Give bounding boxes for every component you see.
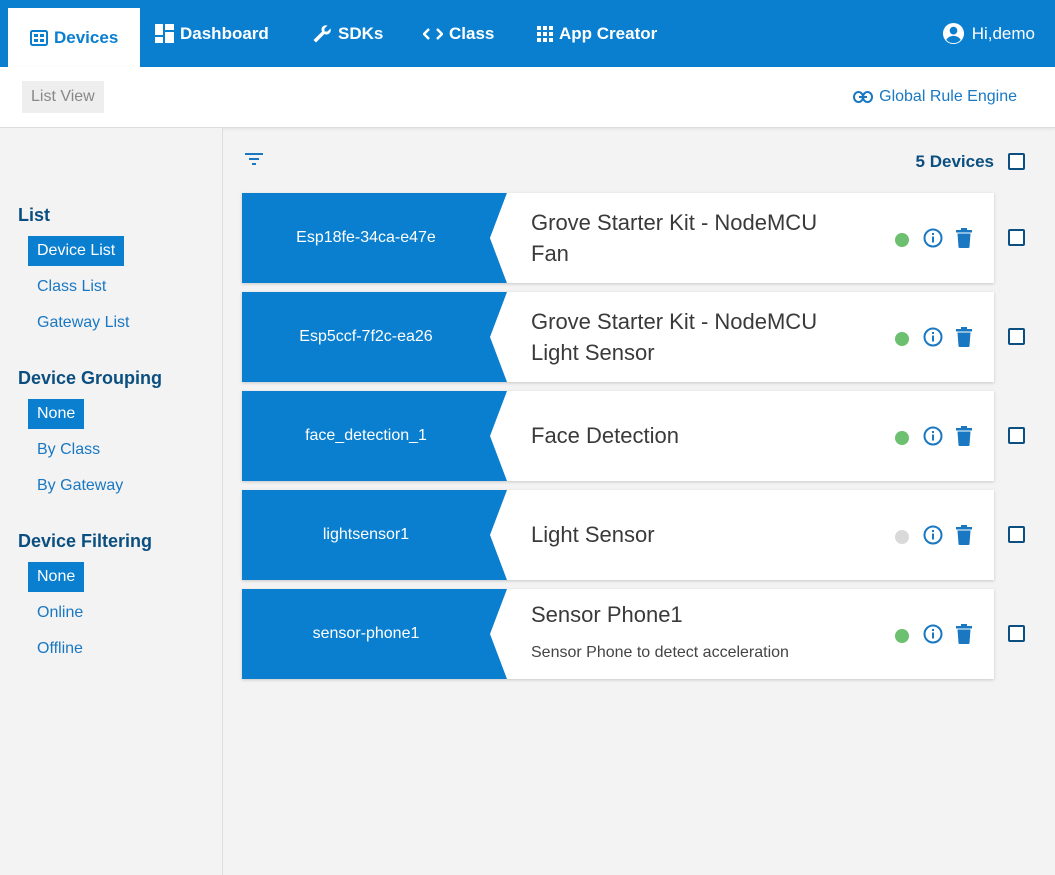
list-view-button[interactable]: List View bbox=[22, 81, 104, 113]
user-greeting: Hi,demo bbox=[971, 23, 1035, 43]
tab-devices[interactable]: Devices bbox=[8, 8, 141, 67]
device-id-banner: sensor-phone1 bbox=[242, 589, 507, 679]
device-select-checkbox[interactable] bbox=[1008, 328, 1025, 345]
device-name-line1: Light Sensor bbox=[531, 522, 655, 547]
sidebar-item-grouping-none[interactable]: None bbox=[28, 399, 85, 429]
delete-icon[interactable] bbox=[956, 426, 972, 451]
delete-icon[interactable] bbox=[956, 228, 972, 253]
device-grouping-heading: Device Grouping bbox=[18, 368, 163, 388]
device-card[interactable]: face_detection_1 Face Detection bbox=[242, 391, 994, 481]
device-id: lightsensor1 bbox=[322, 526, 410, 543]
online-status-dot bbox=[895, 629, 909, 643]
device-filtering-heading: Device Filtering bbox=[18, 531, 153, 551]
select-all-checkbox[interactable] bbox=[1008, 153, 1025, 170]
tab-app-creator[interactable]: App Creator bbox=[537, 0, 657, 67]
info-icon[interactable] bbox=[923, 525, 943, 550]
device-name-line1: Grove Starter Kit - NodeMCU bbox=[531, 309, 818, 334]
device-name: Grove Starter Kit - NodeMCU Light Sensor bbox=[531, 306, 817, 368]
delete-icon[interactable] bbox=[956, 525, 972, 550]
device-card[interactable]: sensor-phone1 Sensor Phone1 Sensor Phone… bbox=[242, 589, 994, 679]
device-id: Esp5ccf-7f2c-ea26 bbox=[299, 328, 433, 345]
sidebar-item-by-class[interactable]: By Class bbox=[28, 435, 109, 465]
offline-status-dot bbox=[895, 530, 909, 544]
link-icon bbox=[853, 91, 874, 103]
tab-label: Class bbox=[449, 23, 495, 43]
device-name: Face Detection bbox=[531, 420, 679, 451]
device-name: Grove Starter Kit - NodeMCU Fan bbox=[531, 207, 817, 269]
sidebar-item-by-gateway[interactable]: By Gateway bbox=[28, 471, 132, 501]
device-name: Sensor Phone1 bbox=[531, 599, 683, 630]
rule-engine-label: Global Rule Engine bbox=[879, 88, 1017, 105]
wrench-icon bbox=[313, 24, 331, 42]
info-icon[interactable] bbox=[923, 228, 943, 253]
device-id: face_detection_1 bbox=[305, 427, 427, 444]
delete-icon[interactable] bbox=[956, 327, 972, 352]
device-description: Sensor Phone to detect acceleration bbox=[531, 644, 789, 661]
device-id: sensor-phone1 bbox=[312, 625, 420, 642]
device-id: Esp18fe-34ca-e47e bbox=[296, 229, 436, 246]
device-select-checkbox[interactable] bbox=[1008, 526, 1025, 543]
device-count: 5 Devices bbox=[915, 152, 994, 171]
device-id-banner: Esp5ccf-7f2c-ea26 bbox=[242, 292, 507, 382]
global-rule-engine-link[interactable]: Global Rule Engine bbox=[853, 81, 1017, 113]
grid-icon bbox=[537, 25, 553, 42]
info-icon[interactable] bbox=[923, 624, 943, 649]
device-name-line2: Fan bbox=[531, 241, 569, 266]
filter-icon[interactable] bbox=[245, 152, 263, 171]
device-id-banner: lightsensor1 bbox=[242, 490, 507, 580]
tab-sdks[interactable]: SDKs bbox=[312, 0, 383, 67]
online-status-dot bbox=[895, 332, 909, 346]
tab-label: SDKs bbox=[338, 23, 384, 43]
sidebar-item-online[interactable]: Online bbox=[28, 598, 92, 628]
view-toolbar: List View Global Rule Engine bbox=[0, 67, 1055, 128]
device-select-checkbox[interactable] bbox=[1008, 229, 1025, 246]
tab-dashboard[interactable]: Dashboard bbox=[155, 0, 269, 67]
delete-icon[interactable] bbox=[956, 624, 972, 649]
dashboard-icon bbox=[155, 24, 174, 43]
list-heading: List bbox=[18, 205, 51, 225]
online-status-dot bbox=[895, 431, 909, 445]
device-select-checkbox[interactable] bbox=[1008, 427, 1025, 444]
sidebar-item-offline[interactable]: Offline bbox=[28, 634, 92, 664]
device-name: Light Sensor bbox=[531, 519, 655, 550]
device-id-banner: Esp18fe-34ca-e47e bbox=[242, 193, 507, 283]
user-menu[interactable]: Hi,demo bbox=[942, 0, 1035, 67]
tab-class[interactable]: Class bbox=[423, 0, 494, 67]
sidebar: List Device List Class List Gateway List… bbox=[0, 128, 223, 875]
account-icon bbox=[942, 22, 964, 45]
device-id-banner: face_detection_1 bbox=[242, 391, 507, 481]
sidebar-item-filter-none[interactable]: None bbox=[28, 562, 85, 592]
sidebar-item-gateway-list[interactable]: Gateway List bbox=[28, 308, 138, 338]
tab-label: App Creator bbox=[559, 23, 658, 43]
online-status-dot bbox=[895, 233, 909, 247]
top-navigation: Devices Dashboard SDKs Class App Creator… bbox=[0, 0, 1055, 67]
info-icon[interactable] bbox=[923, 426, 943, 451]
info-icon[interactable] bbox=[923, 327, 943, 352]
device-name-line1: Sensor Phone1 bbox=[531, 602, 683, 627]
device-name-line1: Grove Starter Kit - NodeMCU bbox=[531, 210, 818, 235]
sidebar-item-device-list[interactable]: Device List bbox=[28, 236, 125, 266]
device-name-line1: Face Detection bbox=[531, 423, 679, 448]
tab-label: Dashboard bbox=[180, 23, 269, 43]
code-icon bbox=[423, 27, 443, 40]
tab-label: Devices bbox=[54, 27, 119, 47]
device-name-line2: Light Sensor bbox=[531, 340, 655, 365]
sidebar-item-class-list[interactable]: Class List bbox=[28, 272, 115, 302]
device-card[interactable]: Esp18fe-34ca-e47e Grove Starter Kit - No… bbox=[242, 193, 994, 283]
device-card[interactable]: lightsensor1 Light Sensor bbox=[242, 490, 994, 580]
device-card[interactable]: Esp5ccf-7f2c-ea26 Grove Starter Kit - No… bbox=[242, 292, 994, 382]
devices-icon bbox=[30, 29, 48, 46]
device-select-checkbox[interactable] bbox=[1008, 625, 1025, 642]
